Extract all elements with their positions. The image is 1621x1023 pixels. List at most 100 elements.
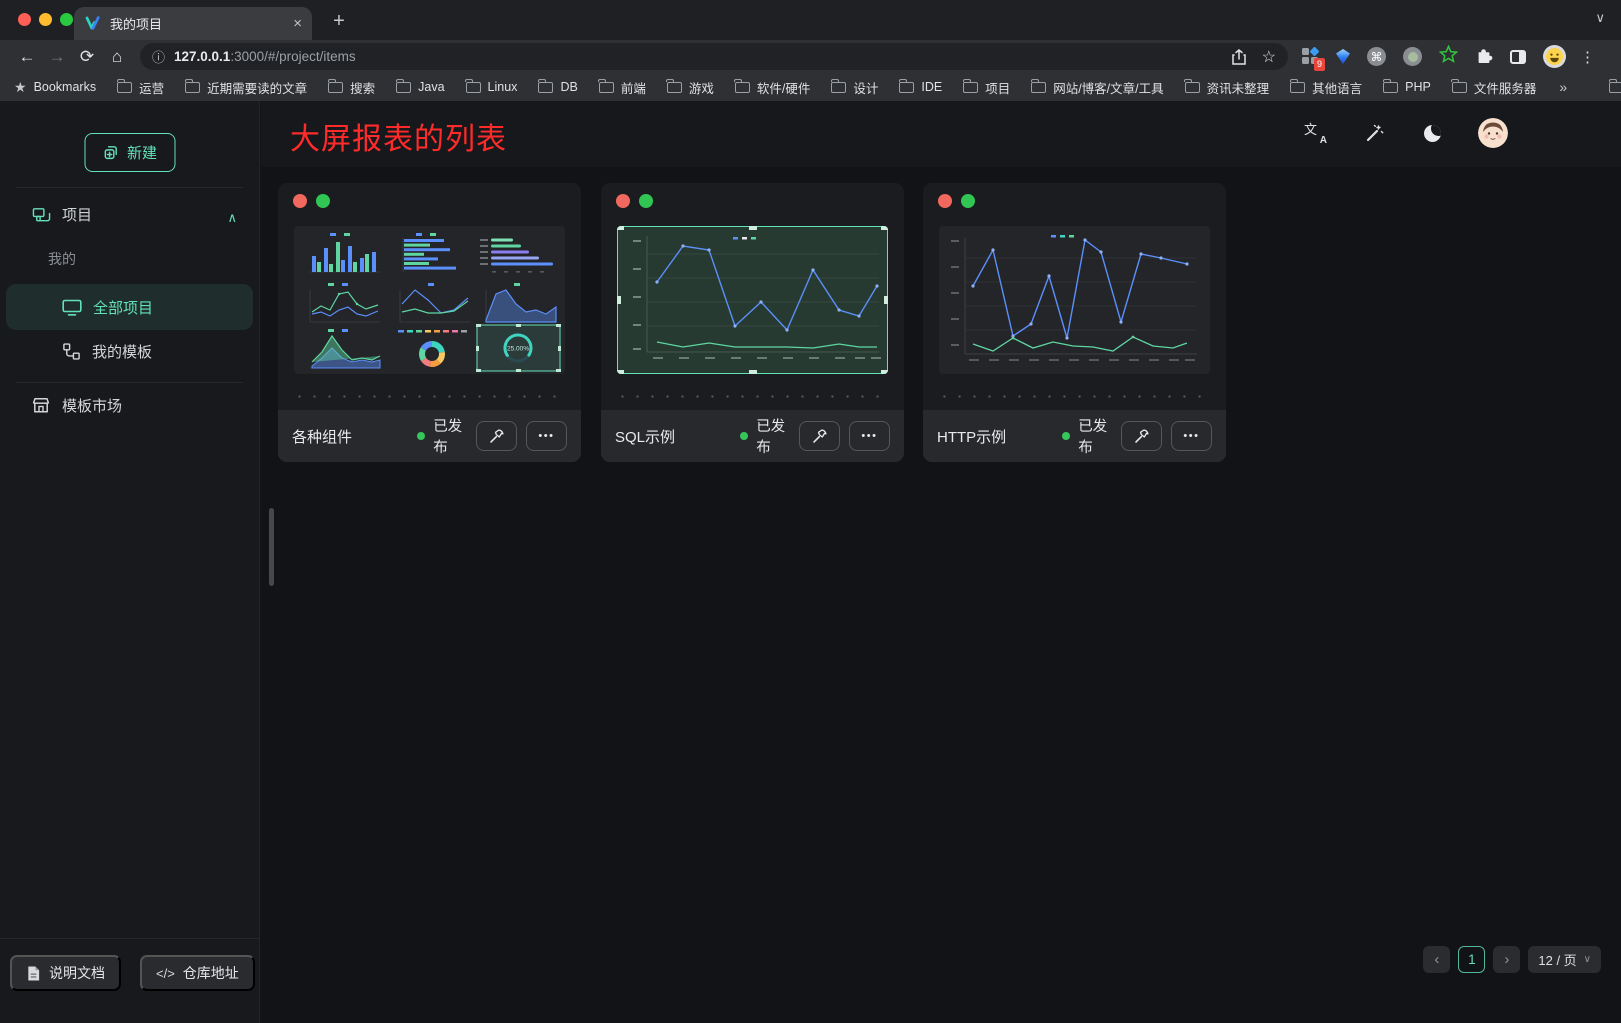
project-thumbnail[interactable]: 25.00% [294, 226, 565, 374]
sidebar-item-my-templates[interactable]: 我的模板 [62, 341, 152, 362]
more-actions-button[interactable]: ••• [526, 421, 567, 451]
template-icon [62, 342, 81, 361]
docs-button[interactable]: 说明文档 [10, 955, 121, 991]
magic-wand-icon[interactable] [1362, 121, 1386, 145]
bookmark-folder[interactable]: 运营 [117, 78, 164, 97]
bookmark-label: 项目 [985, 78, 1010, 97]
edit-project-button[interactable] [476, 421, 517, 451]
bookmark-folder[interactable]: IDE [899, 80, 942, 94]
more-icon: ••• [538, 430, 554, 442]
dot-extension-icon[interactable] [1403, 47, 1422, 66]
bookmark-folder[interactable]: 网站/博客/文章/工具 [1031, 78, 1163, 97]
more-icon: ••• [1183, 430, 1199, 442]
bookmark-folder[interactable]: 设计 [831, 78, 878, 97]
current-page-button[interactable]: 1 [1458, 946, 1485, 973]
bookmark-folder[interactable]: PHP [1383, 80, 1431, 94]
bookmark-folder[interactable]: 近期需要读的文章 [185, 78, 307, 97]
window-zoom-button[interactable] [60, 13, 73, 26]
bookmark-folder[interactable]: 资讯未整理 [1185, 78, 1270, 97]
browser-tab[interactable]: 我的项目 × [74, 7, 312, 40]
other-bookmarks-folder[interactable]: 其他书签 [1609, 78, 1621, 97]
project-thumbnail[interactable] [939, 226, 1210, 374]
bookmark-folder[interactable]: 项目 [963, 78, 1010, 97]
bookmark-label: DB [560, 80, 577, 94]
project-card[interactable]: SQL示例 已发布 ••• [601, 183, 904, 462]
project-name: HTTP示例 [937, 426, 1062, 447]
prev-page-button[interactable]: ‹ [1423, 946, 1450, 973]
bookmark-folder[interactable]: 其他语言 [1290, 78, 1362, 97]
sidebar-section-projects[interactable]: 项目 [32, 204, 92, 225]
bookmark-star-icon[interactable]: ☆ [1262, 47, 1276, 67]
browser-toolbar: ← → ⟳ ⌂ ⓘ 127.0.0.1:3000/#/project/items… [0, 40, 1621, 73]
bookmarks-label: Bookmarks [34, 80, 97, 94]
back-icon[interactable]: ← [12, 47, 42, 67]
new-tab-button[interactable]: + [326, 8, 352, 34]
bookmark-label: 游戏 [689, 78, 714, 97]
bookmarks-overflow-chevron[interactable]: » [1559, 79, 1567, 95]
puzzle-extensions-icon[interactable] [1475, 45, 1493, 68]
status-label: 已发布 [756, 415, 798, 457]
projects-icon [32, 206, 51, 224]
page-size-select[interactable]: 12 / 页 ∨ [1528, 946, 1601, 973]
scrollbar-thumb[interactable] [269, 508, 274, 586]
tab-search-icon[interactable]: ∨ [1595, 10, 1605, 26]
section-collapse-icon[interactable]: ∧ [227, 210, 237, 226]
sidebar-item-template-market[interactable]: 模板市场 [31, 395, 122, 416]
site-info-icon[interactable]: ⓘ [152, 47, 165, 66]
bookmark-folder[interactable]: 文件服务器 [1452, 78, 1537, 97]
document-icon [26, 965, 41, 982]
user-avatar[interactable] [1478, 118, 1508, 148]
browser-tab-strip: 我的项目 × + ∨ [0, 0, 1621, 40]
folder-icon [466, 82, 481, 93]
home-icon[interactable]: ⌂ [102, 47, 132, 67]
bookmark-folder[interactable]: 搜索 [328, 78, 375, 97]
browser-profile-avatar[interactable] [1543, 45, 1566, 68]
window-close-button[interactable] [18, 13, 31, 26]
window-controls [18, 13, 73, 26]
tab-title: 我的项目 [110, 14, 284, 33]
dark-mode-moon-icon[interactable] [1420, 121, 1444, 145]
side-panel-icon[interactable] [1510, 50, 1526, 64]
more-actions-button[interactable]: ••• [1171, 421, 1212, 451]
forward-icon[interactable]: → [42, 47, 72, 67]
mini-hbar-chart [390, 232, 474, 276]
bookmark-folder[interactable]: Linux [466, 80, 518, 94]
bookmark-folder[interactable]: 软件/硬件 [735, 78, 810, 97]
window-minimize-button[interactable] [39, 13, 52, 26]
next-page-button[interactable]: › [1493, 946, 1520, 973]
project-card[interactable]: 25.00% 各种组件 已发布 ••• [278, 183, 581, 462]
translate-icon[interactable]: 文 A [1304, 121, 1328, 145]
bookmarks-list: 运营 近期需要读的文章 搜索 Java Linux DB 前端 游戏 软件/硬件 设计 IDE 项目 网… [117, 78, 1536, 97]
address-bar[interactable]: ⓘ 127.0.0.1:3000/#/project/items ☆ [140, 43, 1288, 70]
extension-grid-icon[interactable]: 9 [1302, 48, 1319, 65]
sidebar-section-label: 项目 [62, 204, 92, 225]
project-thumbnail[interactable] [617, 226, 888, 374]
repo-button-label: 仓库地址 [183, 963, 239, 983]
tab-close-icon[interactable]: × [293, 16, 302, 31]
sidebar-item-all-projects[interactable]: 全部项目 [6, 284, 253, 330]
share-icon[interactable] [1232, 49, 1246, 65]
reload-icon[interactable]: ⟳ [72, 47, 102, 67]
repo-button[interactable]: </> 仓库地址 [140, 955, 255, 991]
bookmark-label: IDE [921, 80, 942, 94]
bookmark-folder[interactable]: Java [396, 80, 444, 94]
more-actions-button[interactable]: ••• [849, 421, 890, 451]
star-extension-icon[interactable] [1439, 45, 1458, 68]
folder-icon [328, 82, 343, 93]
folder-icon [599, 82, 614, 93]
mini-bar-chart [300, 232, 384, 276]
bookmarks-manager-item[interactable]: ★ Bookmarks [14, 79, 96, 96]
new-project-button[interactable]: 新建 [84, 133, 175, 172]
command-extension-icon[interactable]: ⌘ [1367, 47, 1386, 66]
browser-menu-icon[interactable]: ⋮ [1580, 48, 1595, 66]
bookmark-folder[interactable]: 游戏 [667, 78, 714, 97]
bookmark-folder[interactable]: 前端 [599, 78, 646, 97]
hammer-icon [811, 428, 828, 445]
project-card[interactable]: HTTP示例 已发布 ••• [923, 183, 1226, 462]
page-title: 大屏报表的列表 [290, 114, 507, 158]
edit-project-button[interactable] [799, 421, 840, 451]
edit-project-button[interactable] [1121, 421, 1162, 451]
bookmark-folder[interactable]: DB [538, 80, 577, 94]
mini-area-chart [478, 282, 560, 326]
gem-extension-icon[interactable] [1336, 49, 1350, 64]
